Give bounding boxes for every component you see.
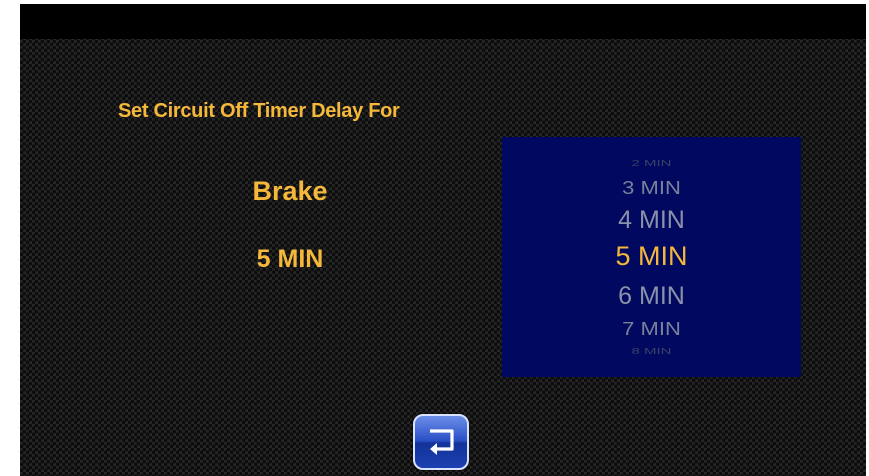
back-button[interactable]: [413, 414, 469, 470]
picker-option[interactable]: 8 MIN: [502, 347, 801, 355]
picker-option[interactable]: 4 MIN: [502, 208, 801, 233]
return-arrow-icon: [430, 429, 454, 455]
picker-option-selected[interactable]: 5 MIN: [502, 243, 801, 270]
picker-option[interactable]: 3 MIN: [502, 178, 801, 198]
title-bar: [20, 4, 866, 39]
current-timer-value: 5 MIN: [256, 245, 324, 273]
circuit-name: Brake: [252, 176, 328, 206]
picker-option[interactable]: 2 MIN: [502, 159, 801, 167]
timer-delay-screen: Set Circuit Off Timer Delay For Brake 5 …: [20, 4, 866, 476]
picker-option[interactable]: 6 MIN: [502, 284, 801, 309]
picker-option[interactable]: 7 MIN: [502, 319, 801, 339]
timer-delay-picker[interactable]: 2 MIN 3 MIN 4 MIN 5 MIN 6 MIN 7 MIN 8 MI…: [502, 137, 801, 377]
page-heading: Set Circuit Off Timer Delay For: [118, 100, 400, 122]
